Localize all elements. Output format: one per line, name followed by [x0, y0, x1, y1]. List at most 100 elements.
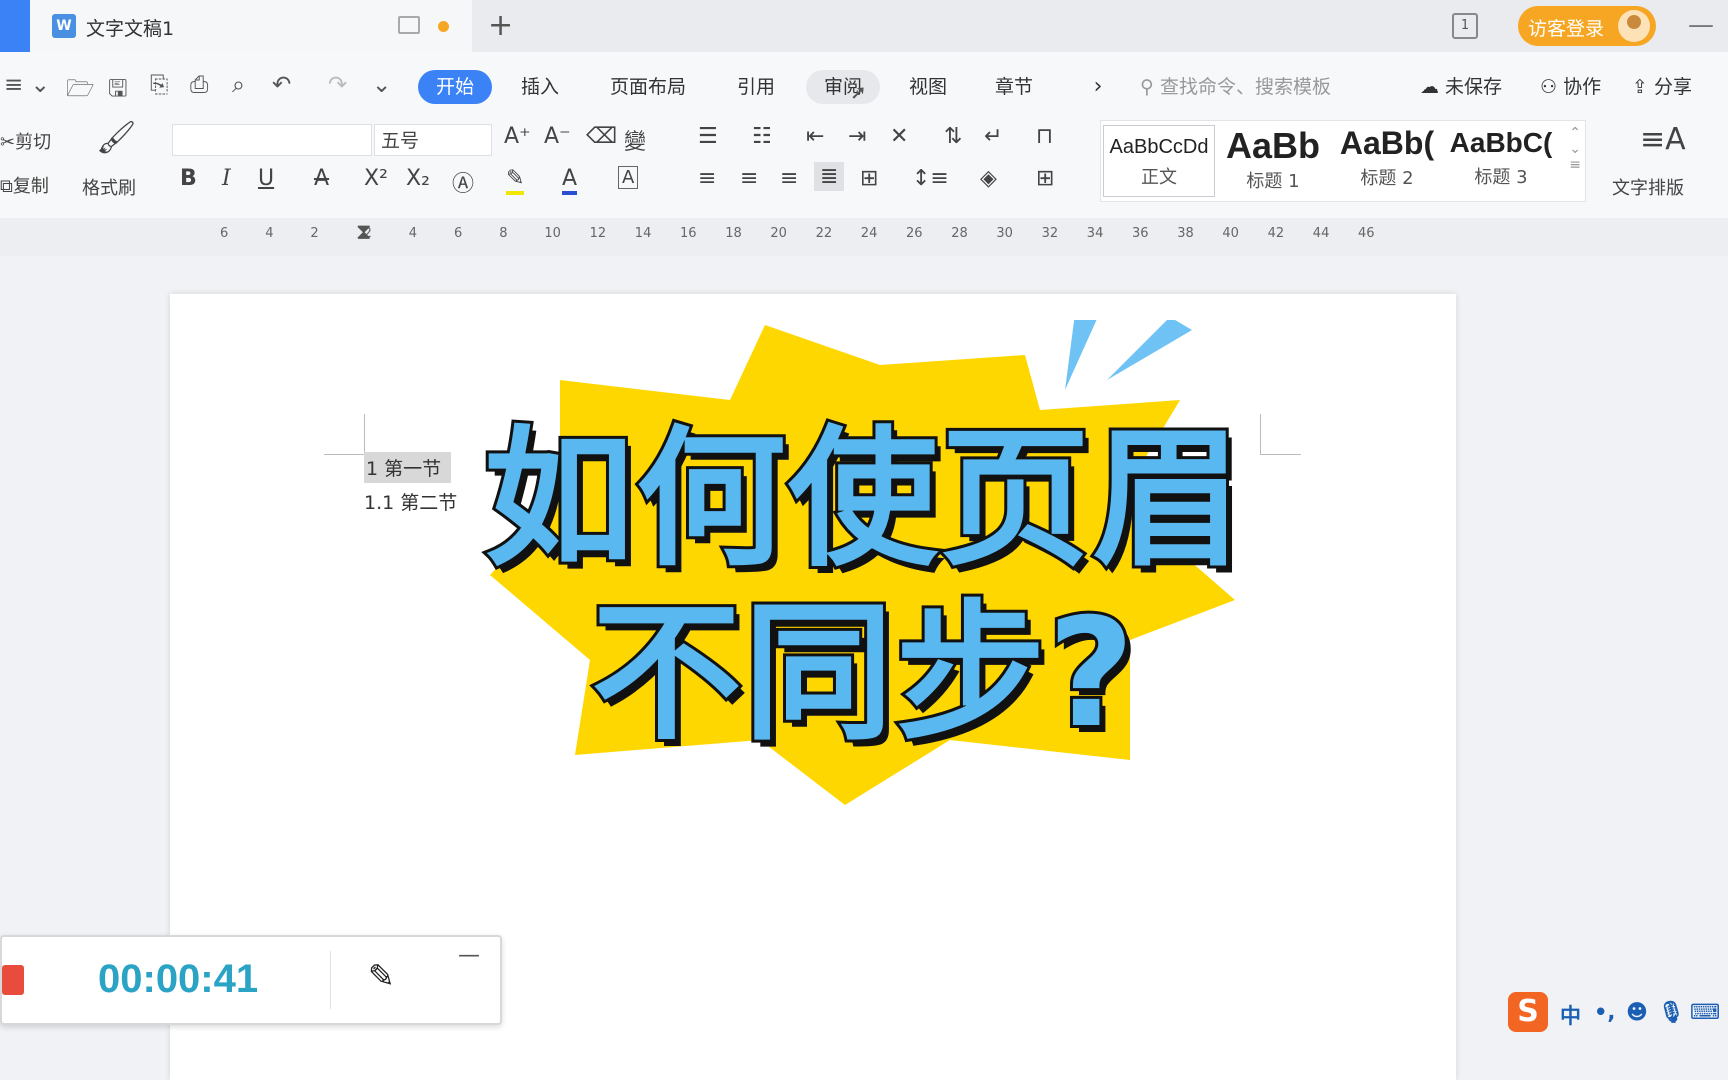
page-view-icon[interactable]: 1 — [1452, 13, 1478, 39]
stop-record-button[interactable] — [2, 965, 24, 995]
bold-button[interactable]: B — [180, 166, 197, 191]
headline-line-2: 不同步? — [588, 584, 1137, 764]
underline-button[interactable]: U — [258, 166, 274, 191]
distribute-icon[interactable]: ⊞ — [860, 166, 878, 191]
format-painter-icon[interactable]: 🖌 — [96, 118, 137, 156]
shrink-font-icon[interactable]: A⁻ — [544, 124, 571, 149]
ruler-tick-label: 6 — [220, 226, 229, 241]
sort-icon[interactable]: ⇅ — [944, 124, 962, 149]
ruler-tick-label: 36 — [1132, 226, 1149, 241]
app-menu-button[interactable] — [0, 0, 30, 52]
customize-toolbar-icon[interactable]: ⌄ — [372, 72, 391, 98]
save-icon[interactable]: 🖫 — [108, 72, 128, 111]
redo-icon[interactable]: ↷ — [328, 72, 347, 98]
borders-icon[interactable]: ⊞ — [1036, 166, 1054, 191]
guest-login-button[interactable]: 访客登录 — [1518, 6, 1656, 46]
text-layout-icon[interactable]: ≡A — [1640, 122, 1686, 157]
justify-icon[interactable]: ≣ — [814, 162, 845, 191]
show-marks-icon[interactable]: ↵ — [984, 124, 1002, 149]
sogou-logo-icon[interactable]: S — [1508, 992, 1548, 1032]
command-search-input[interactable]: ⚲ 查找命令、搜索模板 — [1140, 72, 1331, 99]
share-button[interactable]: ⇪ 分享 — [1632, 72, 1692, 99]
cut-label: 剪切 — [15, 132, 52, 153]
numbered-list-icon[interactable]: ☷ — [752, 124, 772, 149]
cut-button[interactable]: ✂剪切 — [0, 128, 51, 154]
copy-button[interactable]: ⧉复制 — [0, 172, 49, 198]
style-heading-1[interactable]: AaBb 标题 1 — [1219, 125, 1327, 195]
tab-chapter[interactable]: 章节 — [982, 70, 1046, 104]
superscript-button[interactable]: X² — [364, 166, 388, 191]
font-color-button[interactable]: A — [562, 166, 578, 195]
share-label: 分享 — [1653, 76, 1692, 98]
keyboard-icon[interactable]: ⌨ — [1690, 1000, 1720, 1024]
chinese-layout-icon[interactable]: ✕ — [890, 124, 908, 149]
recorder-minimize-button[interactable]: — — [458, 943, 480, 968]
mouse-cursor-icon: ➚ — [850, 80, 867, 104]
tab-ruler-icon[interactable]: ⊓ — [1036, 124, 1053, 149]
shading-icon[interactable]: ◈ — [980, 166, 997, 191]
bullet-list-icon[interactable]: ☰ — [698, 124, 718, 149]
char-border-button[interactable]: A — [618, 166, 639, 189]
document-tab[interactable]: W 文字文稿1 — [30, 0, 472, 52]
style-normal[interactable]: AaBbCcDd 正文 — [1103, 125, 1215, 197]
strikethrough-button[interactable]: A — [314, 166, 329, 191]
unsaved-cloud-button[interactable]: ☁ 未保存 — [1420, 72, 1502, 99]
undo-icon[interactable]: ↶ — [272, 72, 291, 98]
collaborate-label: 协作 — [1563, 76, 1602, 98]
align-left-icon[interactable]: ≡ — [698, 166, 716, 191]
print-preview-icon[interactable]: ⌕ — [232, 72, 245, 98]
monitor-icon[interactable] — [398, 16, 420, 34]
font-name-select[interactable] — [172, 124, 372, 156]
tab-review[interactable]: 审阅 — [806, 70, 880, 104]
style-heading-2-preview: AaBb( — [1339, 125, 1435, 161]
collaborate-button[interactable]: ⚇ 协作 — [1540, 72, 1601, 99]
clear-format-icon[interactable]: ⌫ — [586, 124, 617, 149]
align-center-icon[interactable]: ≡ — [740, 166, 758, 191]
ruler-tick-label: 8 — [499, 226, 508, 241]
tab-start[interactable]: 开始 — [418, 70, 492, 104]
ruler-tick-label: 38 — [1177, 226, 1194, 241]
microphone-icon[interactable]: 🎙 — [1658, 1000, 1685, 1025]
align-right-icon[interactable]: ≡ — [780, 166, 798, 191]
punctuation-icon[interactable]: •, — [1594, 1000, 1615, 1024]
style-heading-3-label: 标题 3 — [1474, 167, 1528, 188]
print-icon[interactable]: ⎙ — [190, 72, 208, 98]
annotate-pen-icon[interactable]: ✎ — [368, 957, 395, 995]
font-size-select[interactable]: 五号 — [374, 124, 492, 156]
tab-insert[interactable]: 插入 — [508, 70, 572, 104]
format-painter-label[interactable]: 格式刷 — [82, 174, 136, 200]
text-layout-button[interactable]: 文字排版 — [1612, 174, 1684, 200]
new-tab-button[interactable]: + — [488, 8, 513, 43]
highlight-icon[interactable]: ✎ — [506, 166, 525, 195]
tab-view[interactable]: 视图 — [896, 70, 960, 104]
grow-font-icon[interactable]: A⁺ — [504, 124, 531, 149]
sparkle-ray-2 — [1107, 320, 1192, 380]
style-heading-3[interactable]: AaBbC( 标题 3 — [1447, 125, 1555, 195]
subscript-button[interactable]: X₂ — [406, 166, 430, 191]
copy-label: 复制 — [12, 176, 49, 197]
italic-button[interactable]: I — [222, 166, 231, 191]
style-heading-2[interactable]: AaBb( 标题 2 — [1333, 125, 1441, 195]
ruler-tick-label: 16 — [680, 226, 697, 241]
emoji-icon[interactable]: ☻ — [1626, 1000, 1648, 1024]
tab-references[interactable]: 引用 — [724, 70, 788, 104]
decrease-indent-icon[interactable]: ⇤ — [806, 124, 824, 149]
tab-page-layout[interactable]: 页面布局 — [596, 70, 700, 104]
text-effect-icon[interactable]: Ⓐ — [452, 166, 474, 198]
indent-marker-icon[interactable]: ⧗ — [356, 220, 371, 245]
ruler-tick-label: 46 — [1358, 226, 1375, 241]
window-minimize-button[interactable]: — — [1688, 10, 1714, 40]
open-folder-icon[interactable]: 🗁 — [66, 72, 95, 111]
increase-indent-icon[interactable]: ⇥ — [848, 124, 866, 149]
tabs-scroll-right-button[interactable]: › — [1086, 70, 1110, 104]
menu-chevron-icon[interactable]: ≡ ⌄ — [4, 72, 50, 98]
gallery-more-icon[interactable]: ⌃ ⌄ ≡ — [1569, 125, 1581, 173]
cloud-icon: ☁ — [1420, 76, 1446, 98]
ruler-tick-label: 4 — [408, 226, 418, 241]
phonetic-guide-icon[interactable]: 變 — [624, 124, 646, 156]
ime-mode-toggle[interactable]: 中 — [1560, 1000, 1581, 1030]
export-pdf-icon[interactable]: ⎘ — [150, 72, 168, 98]
line-spacing-icon[interactable]: ↕≡ — [912, 166, 949, 191]
avatar-icon — [1618, 10, 1650, 42]
unsaved-dot-indicator — [438, 21, 449, 32]
